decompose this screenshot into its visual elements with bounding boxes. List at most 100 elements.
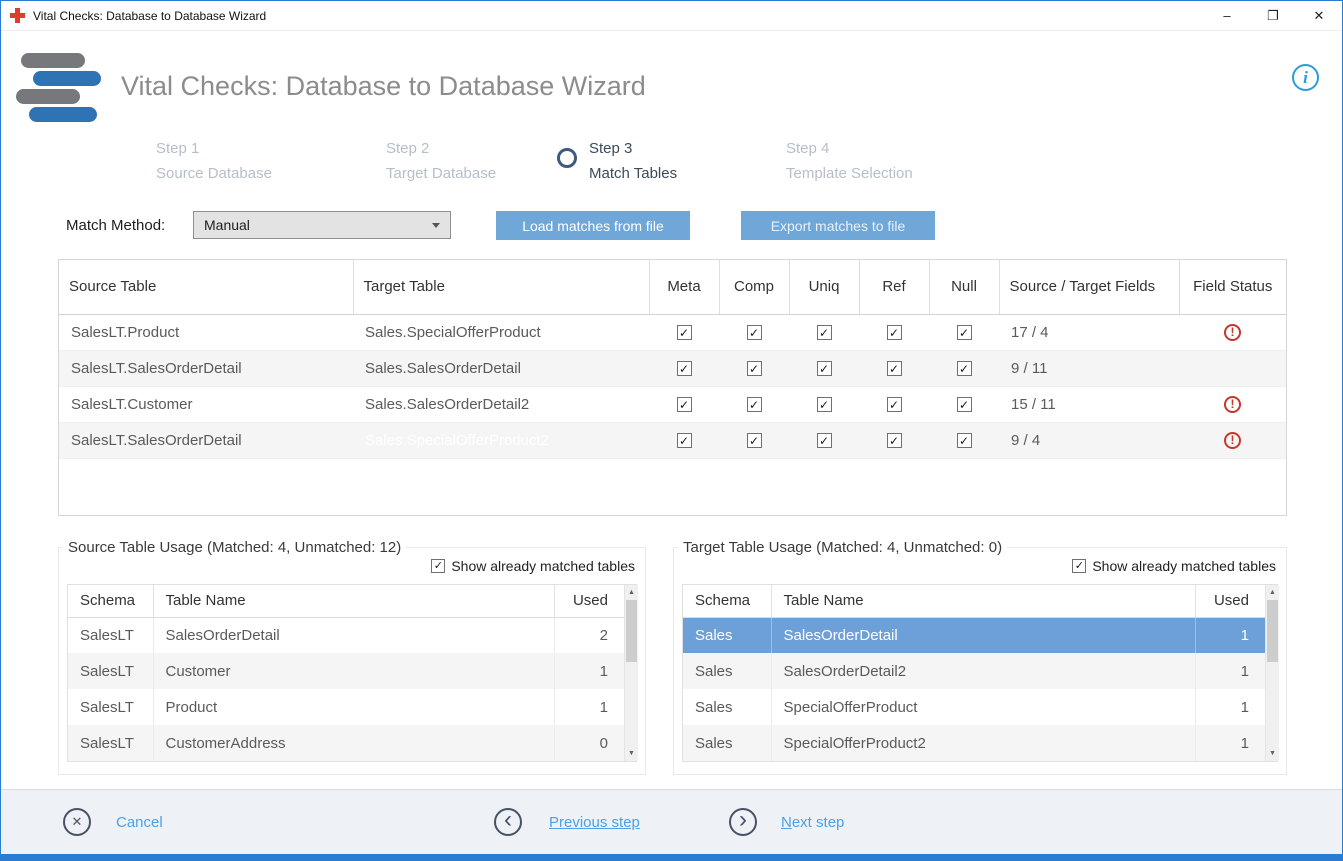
scroll-track[interactable] bbox=[625, 600, 638, 746]
table-name-cell[interactable]: SalesOrderDetail bbox=[771, 617, 1195, 653]
previous-step-icon[interactable]: ‹ bbox=[494, 808, 522, 836]
usage-row[interactable]: SalesLT Product 1 bbox=[68, 689, 624, 725]
comp-checkbox[interactable] bbox=[747, 397, 762, 412]
target-table-cell[interactable]: Sales.SalesOrderDetail2 bbox=[353, 386, 649, 422]
meta-checkbox[interactable] bbox=[677, 325, 692, 340]
comp-checkbox[interactable] bbox=[747, 433, 762, 448]
ref-checkbox[interactable] bbox=[887, 325, 902, 340]
uniq-checkbox[interactable] bbox=[817, 397, 832, 412]
null-checkbox[interactable] bbox=[957, 433, 972, 448]
match-row[interactable]: SalesLT.Product Sales.SpecialOfferProduc… bbox=[59, 314, 1286, 350]
step-3-match-tables[interactable]: Step 3 Match Tables bbox=[557, 136, 677, 186]
show-matched-target-checkbox[interactable] bbox=[1072, 559, 1086, 573]
match-row[interactable]: SalesLT.SalesOrderDetail Sales.SpecialOf… bbox=[59, 422, 1286, 458]
match-row[interactable]: SalesLT.Customer Sales.SalesOrderDetail2… bbox=[59, 386, 1286, 422]
close-button[interactable]: ✕ bbox=[1296, 1, 1342, 30]
usage-row[interactable]: Sales SpecialOfferProduct2 1 bbox=[683, 725, 1265, 761]
uniq-checkbox[interactable] bbox=[817, 361, 832, 376]
table-name-cell[interactable]: CustomerAddress bbox=[153, 725, 554, 761]
table-name-cell[interactable]: Product bbox=[153, 689, 554, 725]
step-2-target-database[interactable]: Step 2 Target Database bbox=[386, 136, 496, 186]
fields-cell: 9 / 4 bbox=[999, 422, 1179, 458]
usage-row[interactable]: Sales SalesOrderDetail2 1 bbox=[683, 653, 1265, 689]
ref-checkbox[interactable] bbox=[887, 433, 902, 448]
schema-cell[interactable]: SalesLT bbox=[68, 653, 153, 689]
target-table-cell[interactable]: Sales.SalesOrderDetail bbox=[353, 350, 649, 386]
scroll-track[interactable] bbox=[1266, 600, 1279, 746]
ref-checkbox[interactable] bbox=[887, 361, 902, 376]
scroll-down-icon[interactable]: ▼ bbox=[625, 746, 638, 761]
step-1-source-database[interactable]: Step 1 Source Database bbox=[156, 136, 272, 186]
schema-cell[interactable]: Sales bbox=[683, 653, 771, 689]
source-table-cell[interactable]: SalesLT.SalesOrderDetail bbox=[59, 422, 353, 458]
usage-row[interactable]: SalesLT Customer 1 bbox=[68, 653, 624, 689]
schema-cell[interactable]: Sales bbox=[683, 617, 771, 653]
used-cell: 1 bbox=[1195, 653, 1265, 689]
col-used: Used bbox=[1195, 585, 1265, 617]
col-table-name: Table Name bbox=[153, 585, 554, 617]
step-4-template-selection[interactable]: Step 4 Template Selection bbox=[786, 136, 913, 186]
match-method-select[interactable]: Manual bbox=[193, 211, 451, 239]
source-table-cell[interactable]: SalesLT.Customer bbox=[59, 386, 353, 422]
target-table-cell[interactable]: Sales.SpecialOfferProduct bbox=[353, 314, 649, 350]
show-matched-source-label: Show already matched tables bbox=[451, 558, 635, 574]
cancel-button[interactable]: Cancel bbox=[116, 814, 163, 831]
usage-header-row: Schema Table Name Used bbox=[683, 585, 1265, 617]
meta-checkbox[interactable] bbox=[677, 433, 692, 448]
usage-row[interactable]: SalesLT SalesOrderDetail 2 bbox=[68, 617, 624, 653]
scroll-up-icon[interactable]: ▲ bbox=[625, 585, 638, 600]
previous-step-button[interactable]: Previous step bbox=[549, 814, 640, 831]
usage-row-selected[interactable]: Sales SalesOrderDetail 1 bbox=[683, 617, 1265, 653]
usage-row[interactable]: SalesLT CustomerAddress 0 bbox=[68, 725, 624, 761]
null-checkbox[interactable] bbox=[957, 361, 972, 376]
export-matches-button[interactable]: Export matches to file bbox=[741, 211, 935, 240]
ref-checkbox[interactable] bbox=[887, 397, 902, 412]
scroll-thumb[interactable] bbox=[626, 600, 637, 662]
scroll-thumb[interactable] bbox=[1267, 600, 1278, 662]
schema-cell[interactable]: Sales bbox=[683, 725, 771, 761]
meta-checkbox[interactable] bbox=[677, 361, 692, 376]
show-matched-source-toggle[interactable]: Show already matched tables bbox=[431, 558, 635, 574]
show-matched-target-toggle[interactable]: Show already matched tables bbox=[1072, 558, 1276, 574]
source-usage-table-box: Schema Table Name Used SalesLT SalesOrde… bbox=[67, 584, 637, 762]
uniq-checkbox[interactable] bbox=[817, 433, 832, 448]
table-name-cell[interactable]: SpecialOfferProduct2 bbox=[771, 725, 1195, 761]
target-usage-scrollbar[interactable]: ▲ ▼ bbox=[1265, 585, 1279, 761]
comp-checkbox[interactable] bbox=[747, 325, 762, 340]
schema-cell[interactable]: SalesLT bbox=[68, 617, 153, 653]
schema-cell[interactable]: Sales bbox=[683, 689, 771, 725]
maximize-button[interactable]: ❐ bbox=[1250, 1, 1296, 30]
wizard-footer: ✕ Cancel ‹ Previous step › Next step bbox=[1, 789, 1342, 854]
scroll-up-icon[interactable]: ▲ bbox=[1266, 585, 1279, 600]
fields-cell: 17 / 4 bbox=[999, 314, 1179, 350]
next-step-button[interactable]: Next step bbox=[781, 814, 844, 831]
uniq-checkbox[interactable] bbox=[817, 325, 832, 340]
cancel-icon[interactable]: ✕ bbox=[63, 808, 91, 836]
target-table-cell-selected[interactable]: Sales.SpecialOfferProduct2 bbox=[353, 422, 649, 458]
source-table-cell[interactable]: SalesLT.Product bbox=[59, 314, 353, 350]
scroll-down-icon[interactable]: ▼ bbox=[1266, 746, 1279, 761]
minimize-button[interactable]: – bbox=[1204, 1, 1250, 30]
next-step-icon[interactable]: › bbox=[729, 808, 757, 836]
table-name-cell[interactable]: SalesOrderDetail bbox=[153, 617, 554, 653]
info-icon[interactable]: i bbox=[1292, 64, 1319, 91]
step-2-subtitle: Target Database bbox=[386, 161, 496, 186]
null-checkbox[interactable] bbox=[957, 325, 972, 340]
meta-checkbox[interactable] bbox=[677, 397, 692, 412]
schema-cell[interactable]: SalesLT bbox=[68, 725, 153, 761]
table-name-cell[interactable]: SpecialOfferProduct bbox=[771, 689, 1195, 725]
source-table-cell[interactable]: SalesLT.SalesOrderDetail bbox=[59, 350, 353, 386]
col-schema: Schema bbox=[683, 585, 771, 617]
load-matches-button[interactable]: Load matches from file bbox=[496, 211, 690, 240]
table-name-cell[interactable]: SalesOrderDetail2 bbox=[771, 653, 1195, 689]
comp-checkbox[interactable] bbox=[747, 361, 762, 376]
chevron-down-icon bbox=[432, 223, 440, 228]
usage-row[interactable]: Sales SpecialOfferProduct 1 bbox=[683, 689, 1265, 725]
source-usage-scrollbar[interactable]: ▲ ▼ bbox=[624, 585, 638, 761]
table-name-cell[interactable]: Customer bbox=[153, 653, 554, 689]
show-matched-source-checkbox[interactable] bbox=[431, 559, 445, 573]
match-row[interactable]: SalesLT.SalesOrderDetail Sales.SalesOrde… bbox=[59, 350, 1286, 386]
schema-cell[interactable]: SalesLT bbox=[68, 689, 153, 725]
title-bar: Vital Checks: Database to Database Wizar… bbox=[1, 1, 1342, 31]
null-checkbox[interactable] bbox=[957, 397, 972, 412]
